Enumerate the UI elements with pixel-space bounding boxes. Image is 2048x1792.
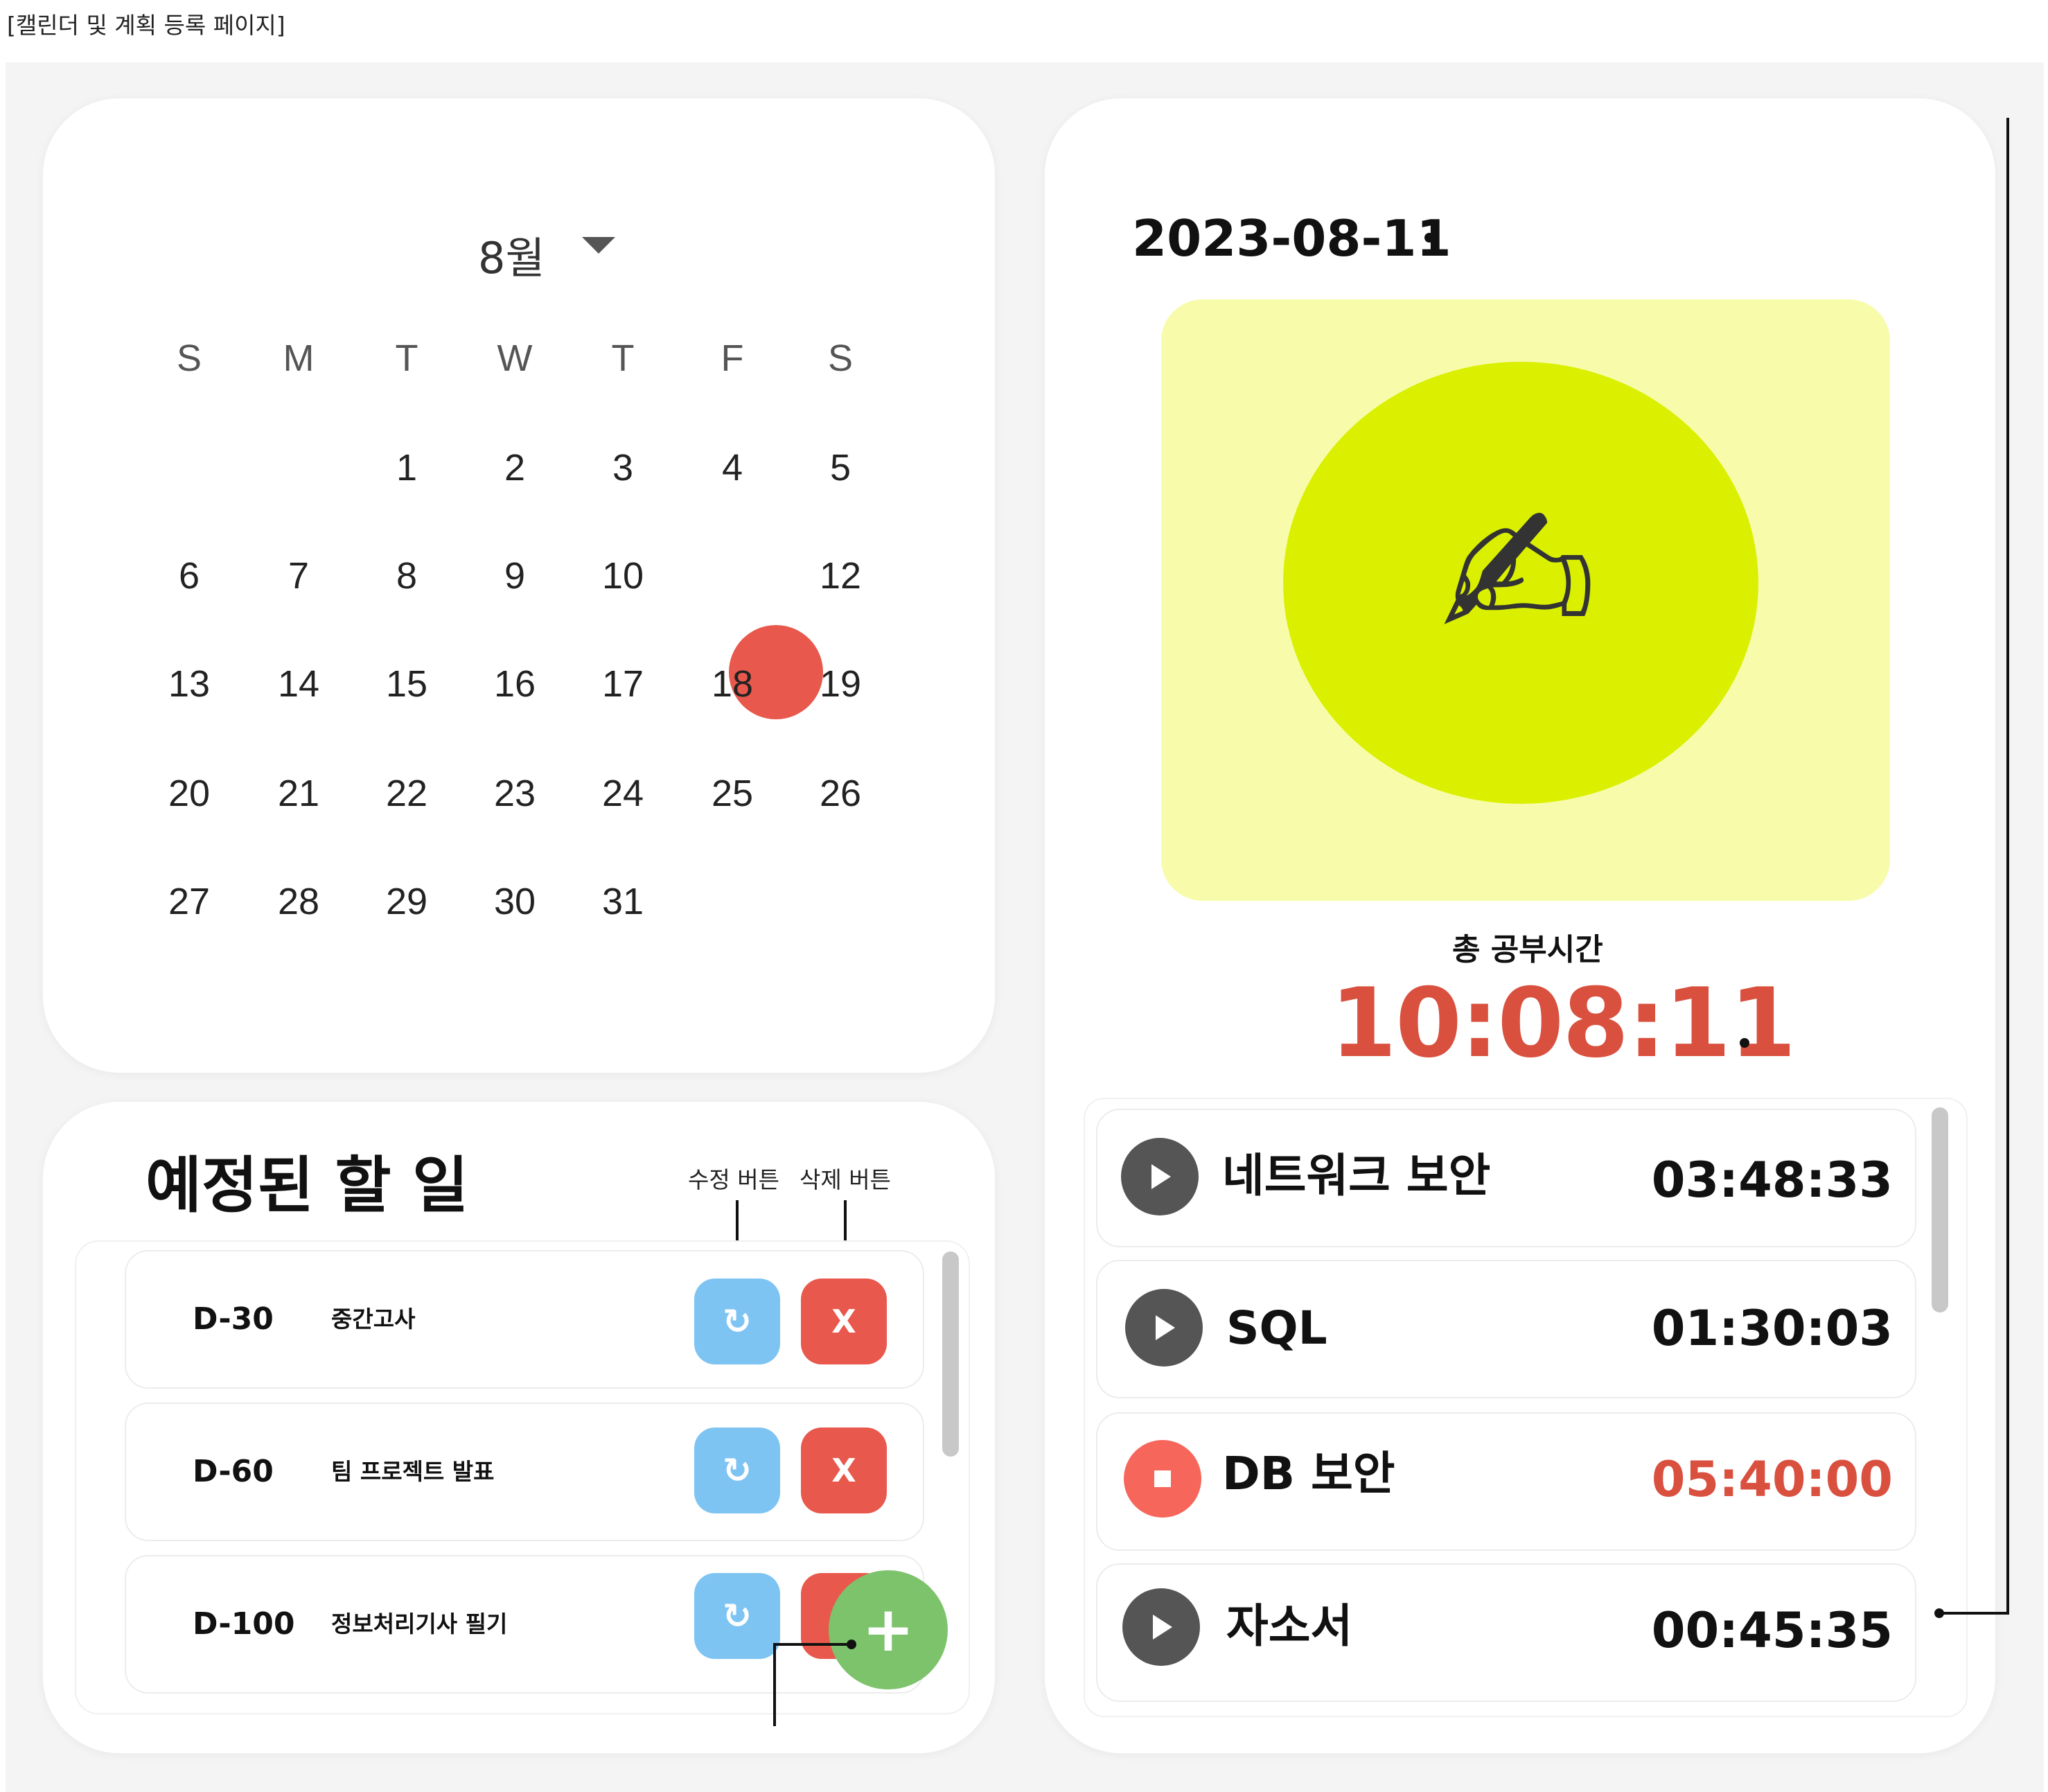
annotation-line-h — [1940, 1612, 2009, 1615]
page-caption: [캘린더 및 계획 등록 페이지] — [7, 12, 285, 39]
subject-time: 01:30:03 — [1651, 1300, 1893, 1357]
weekday-sat: S — [827, 337, 854, 379]
calendar-day[interactable]: 14 — [247, 660, 351, 708]
calendar-day[interactable]: 23 — [463, 769, 567, 818]
subject-name: 자소서 — [1226, 1599, 1353, 1653]
calendar-day-selected[interactable]: 11 — [680, 552, 784, 600]
total-time-dot — [1740, 1038, 1749, 1048]
weekday-mon: M — [283, 337, 315, 379]
subject-name: SQL — [1226, 1301, 1327, 1355]
calendar-day[interactable]: 10 — [571, 552, 675, 600]
edit-button[interactable]: ↻ — [694, 1279, 780, 1364]
subject-list: 네트워크 보안 03:48:33 SQL 01:30:03 DB 보안 05:4… — [1084, 1098, 1968, 1717]
total-study-time: 10:08:11 — [1330, 967, 1796, 1079]
calendar-day[interactable]: 9 — [463, 552, 567, 600]
refresh-icon: ↻ — [723, 1301, 752, 1342]
calendar-day[interactable]: 28 — [247, 877, 351, 926]
calendar-day[interactable]: 29 — [355, 877, 459, 926]
weekday-wed: W — [497, 337, 533, 379]
date-dot — [1424, 233, 1434, 243]
calendar-day[interactable]: 7 — [247, 552, 351, 600]
calendar-day[interactable]: 1 — [355, 443, 459, 492]
month-label[interactable]: 8월 — [478, 223, 545, 286]
calendar-day[interactable]: 6 — [137, 552, 241, 600]
edit-button[interactable]: ↻ — [694, 1573, 780, 1659]
calendar-day[interactable]: 12 — [788, 552, 892, 600]
calendar-day[interactable]: 17 — [571, 660, 675, 708]
subject-scrollbar[interactable] — [1932, 1107, 1948, 1312]
add-todo-button[interactable]: + — [829, 1570, 948, 1689]
annotation-dot — [1934, 1608, 1944, 1618]
calendar-day[interactable]: 22 — [355, 769, 459, 818]
weekday-tue: T — [395, 337, 418, 379]
calendar-day[interactable]: 19 — [788, 660, 892, 708]
subject-time: 00:45:35 — [1651, 1602, 1893, 1659]
subject-row[interactable]: 네트워크 보안 03:48:33 — [1096, 1109, 1916, 1247]
weekday-fri: F — [721, 337, 744, 379]
delete-button[interactable]: X — [801, 1428, 887, 1513]
todo-dday: D-60 — [193, 1454, 274, 1489]
calendar-card: 8월 S M T W T F S 1 2 3 4 5 6 7 8 9 10 11… — [43, 98, 995, 1073]
date-title: 2023-08-11 — [1132, 209, 1451, 267]
calendar-day[interactable]: 27 — [137, 877, 241, 926]
calendar-day[interactable]: 16 — [463, 660, 567, 708]
play-icon[interactable] — [1122, 1588, 1200, 1666]
chevron-down-icon[interactable] — [582, 237, 615, 254]
calendar-day[interactable]: 15 — [355, 660, 459, 708]
todo-text: 정보처리기사 필기 — [331, 1610, 508, 1637]
calendar-day[interactable]: 20 — [137, 769, 241, 818]
play-icon[interactable] — [1125, 1289, 1203, 1367]
annotation-line-v — [2006, 118, 2009, 1615]
subject-time: 03:48:33 — [1651, 1152, 1893, 1209]
subject-name: DB 보안 — [1222, 1447, 1395, 1500]
delete-button[interactable]: X — [801, 1279, 887, 1364]
calendar-day[interactable]: 4 — [680, 443, 784, 492]
add-annotation-line-h — [773, 1643, 851, 1646]
todo-text: 중간고사 — [331, 1306, 416, 1333]
todo-text: 팀 프로젝트 발표 — [331, 1458, 495, 1485]
calendar-day[interactable]: 3 — [571, 443, 675, 492]
subject-name: 네트워크 보안 — [1222, 1149, 1491, 1202]
calendar-day[interactable]: 26 — [788, 769, 892, 818]
weekday-sun: S — [176, 337, 202, 379]
calendar-day[interactable]: 5 — [788, 443, 892, 492]
subject-row[interactable]: DB 보안 05:40:00 — [1096, 1412, 1916, 1551]
add-annotation-line-v — [773, 1643, 776, 1726]
calendar-day[interactable]: 21 — [247, 769, 351, 818]
weekday-thu: T — [611, 337, 635, 379]
calendar-day[interactable]: 18 — [680, 660, 784, 708]
stop-icon[interactable] — [1124, 1440, 1201, 1518]
total-study-label: 총 공부시간 — [1452, 932, 1603, 967]
calendar-day[interactable]: 24 — [571, 769, 675, 818]
todo-dday: D-30 — [193, 1301, 274, 1337]
calendar-day[interactable]: 25 — [680, 769, 784, 818]
edit-button-annotation: 수정 버튼 — [688, 1166, 779, 1193]
subject-row[interactable]: 자소서 00:45:35 — [1096, 1563, 1916, 1702]
refresh-icon: ↻ — [723, 1596, 752, 1636]
todo-scrollbar[interactable] — [942, 1251, 959, 1457]
calendar-day[interactable]: 2 — [463, 443, 567, 492]
subject-time-active: 05:40:00 — [1651, 1451, 1893, 1508]
calendar-day[interactable]: 8 — [355, 552, 459, 600]
play-icon[interactable] — [1121, 1138, 1199, 1215]
writing-hand-icon: ✍ — [1440, 466, 1598, 684]
subject-row[interactable]: SQL 01:30:03 — [1096, 1260, 1916, 1398]
calendar-day[interactable]: 30 — [463, 877, 567, 926]
todo-title: 예정된 할 일 — [145, 1150, 469, 1221]
todo-dday: D-100 — [193, 1606, 295, 1642]
calendar-day[interactable]: 13 — [137, 660, 241, 708]
refresh-icon: ↻ — [723, 1450, 752, 1491]
calendar-day[interactable]: 31 — [571, 877, 675, 926]
edit-button[interactable]: ↻ — [694, 1428, 780, 1513]
delete-button-annotation: 삭제 버튼 — [800, 1166, 891, 1193]
